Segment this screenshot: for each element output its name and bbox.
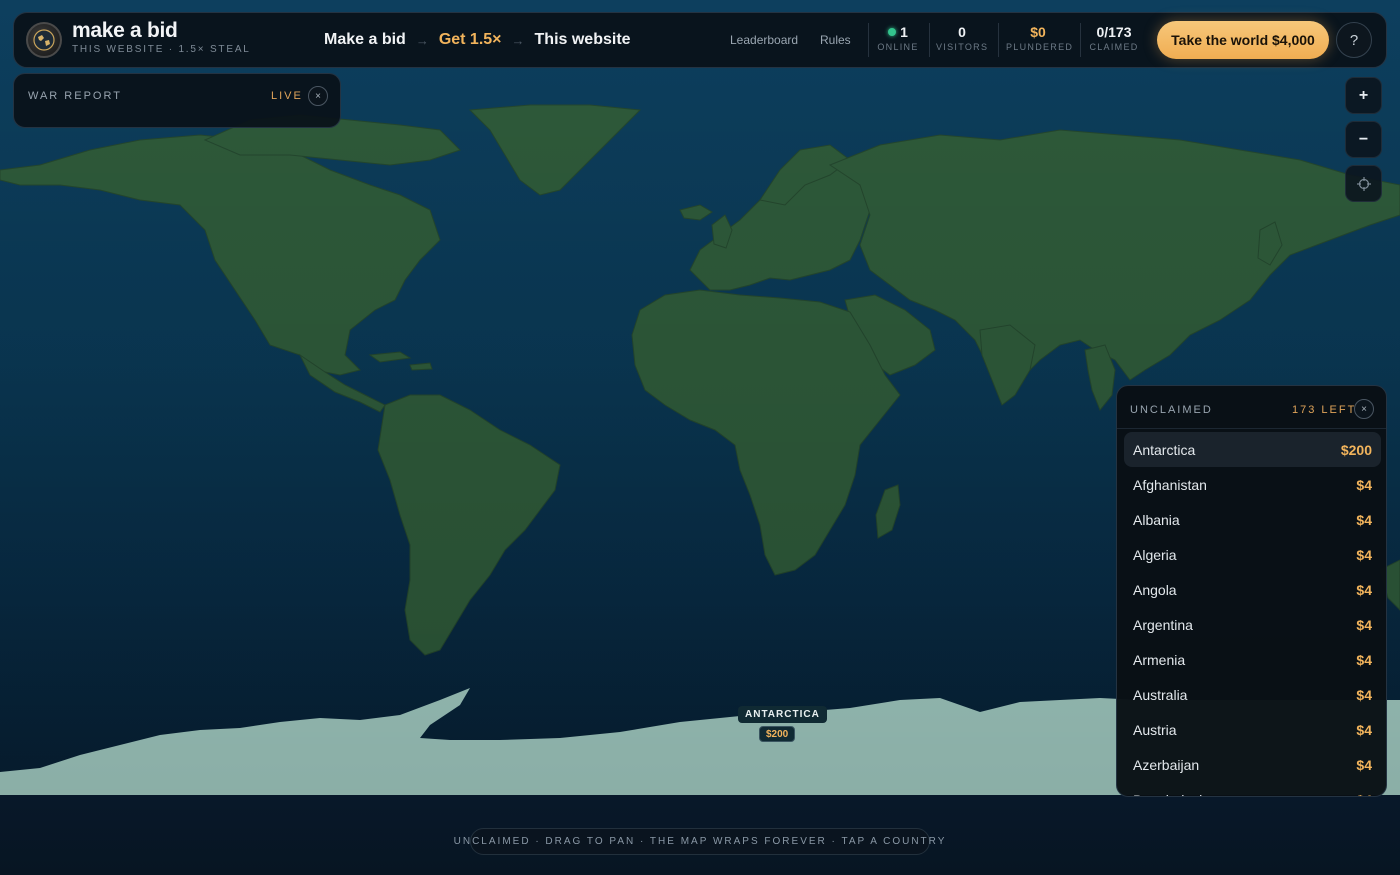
stat-visitors-label: VISITORS — [936, 42, 989, 52]
recenter-button[interactable] — [1345, 165, 1382, 202]
country-price: $4 — [1356, 476, 1372, 493]
header-divider — [1080, 23, 1081, 57]
country-list-item[interactable]: Argentina $4 — [1124, 607, 1381, 642]
top-header: make a bid THIS WEBSITE · 1.5× STEAL Mak… — [13, 12, 1387, 68]
stat-visitors: 0 VISITORS — [936, 23, 988, 52]
bid-flow: Make a bid → Get 1.5× → This website — [324, 29, 631, 51]
country-name: Austria — [1133, 721, 1177, 738]
divider — [1117, 428, 1386, 429]
flow-step-make-bid: Make a bid — [324, 31, 406, 48]
country-list-item[interactable]: Australia $4 — [1124, 677, 1381, 712]
take-the-world-button[interactable]: Take the world $4,000 — [1157, 21, 1329, 59]
brand-title[interactable]: make a bid — [72, 19, 178, 43]
country-list-item[interactable]: Bangladesh $4 — [1124, 782, 1381, 797]
globe-logo-icon[interactable] — [26, 22, 62, 58]
stat-claimed: 0/173 CLAIMED — [1088, 23, 1140, 52]
unclaimed-title: UNCLAIMED — [1130, 404, 1213, 416]
country-name: Angola — [1133, 581, 1177, 598]
stat-claimed-label: CLAIMED — [1089, 42, 1139, 52]
war-report-close-button[interactable]: × — [308, 86, 328, 106]
nav-leaderboard-link[interactable]: Leaderboard — [730, 33, 798, 47]
stat-plundered-value: $0 — [1030, 24, 1046, 40]
country-list-item[interactable]: Albania $4 — [1124, 502, 1381, 537]
country-list-item[interactable]: Austria $4 — [1124, 712, 1381, 747]
country-name: Albania — [1133, 511, 1180, 528]
country-price: $4 — [1356, 686, 1372, 703]
map-hint: UNCLAIMED · DRAG TO PAN · THE MAP WRAPS … — [454, 828, 944, 855]
country-name: Australia — [1133, 686, 1188, 703]
country-list-item[interactable]: Antarctica $200 — [1124, 432, 1381, 467]
country-list-item[interactable]: Azerbaijan $4 — [1124, 747, 1381, 782]
stat-online: 1 ONLINE — [876, 23, 920, 52]
country-list-item[interactable]: Armenia $4 — [1124, 642, 1381, 677]
unclaimed-country-list[interactable]: Antarctica $200 Afghanistan $4 Albania $4 Alge… — [1124, 432, 1381, 797]
war-report-panel: WAR REPORT LIVE × — [13, 73, 341, 128]
flow-arrow-icon: → — [415, 32, 429, 48]
antarctica-map-price[interactable]: $200 — [759, 726, 796, 742]
stat-claimed-value: 0/173 — [1096, 24, 1132, 40]
unclaimed-close-button[interactable]: × — [1354, 399, 1374, 419]
header-divider — [929, 23, 930, 57]
stat-plundered-label: PLUNDERED — [1006, 42, 1074, 52]
crosshair-icon — [1356, 176, 1371, 191]
country-price: $4 — [1356, 511, 1372, 528]
country-price: $4 — [1356, 756, 1372, 773]
stat-visitors-value: 0 — [958, 24, 966, 40]
zoom-in-button[interactable]: + — [1345, 77, 1382, 114]
flow-step-multiplier: Get 1.5× — [438, 31, 502, 48]
online-status-icon — [888, 28, 897, 36]
country-list-item[interactable]: Algeria $4 — [1124, 537, 1381, 572]
country-name: Argentina — [1133, 616, 1193, 633]
country-price: $4 — [1356, 581, 1372, 598]
country-price: $4 — [1356, 721, 1372, 738]
country-name: Afghanistan — [1133, 476, 1207, 493]
brand-subtitle: THIS WEBSITE · 1.5× STEAL — [72, 44, 251, 55]
help-button[interactable]: ? — [1336, 22, 1372, 58]
zoom-out-button[interactable]: − — [1345, 121, 1382, 158]
stat-online-value: 1 — [900, 24, 908, 40]
unclaimed-panel: UNCLAIMED 173 LEFT × Antarctica $200 Afgha… — [1116, 385, 1387, 797]
stat-online-label: ONLINE — [877, 42, 919, 52]
country-price: $4 — [1356, 546, 1372, 563]
country-list-item[interactable]: Afghanistan $4 — [1124, 467, 1381, 502]
country-price: $4 — [1356, 651, 1372, 668]
stat-plundered: $0 PLUNDERED — [1006, 23, 1074, 52]
antarctica-map-label[interactable]: ANTARCTICA — [738, 706, 827, 723]
country-price: $200 — [1340, 441, 1372, 458]
country-name: Antarctica — [1133, 441, 1196, 458]
country-price: $4 — [1356, 792, 1372, 797]
unclaimed-remaining-count: 173 LEFT — [1292, 404, 1357, 416]
country-name: Armenia — [1133, 651, 1186, 668]
flow-arrow-icon: → — [511, 32, 525, 48]
flow-step-website: This website — [534, 31, 631, 48]
country-name: Bangladesh — [1133, 792, 1207, 797]
country-list-item[interactable]: Angola $4 — [1124, 572, 1381, 607]
country-price: $4 — [1356, 616, 1372, 633]
header-divider — [868, 23, 869, 57]
country-name: Azerbaijan — [1133, 756, 1200, 773]
war-report-title: WAR REPORT — [28, 90, 122, 102]
nav-rules-link[interactable]: Rules — [820, 33, 851, 47]
country-name: Algeria — [1133, 546, 1177, 563]
header-divider — [998, 23, 999, 57]
war-report-live-badge: LIVE — [271, 90, 303, 102]
